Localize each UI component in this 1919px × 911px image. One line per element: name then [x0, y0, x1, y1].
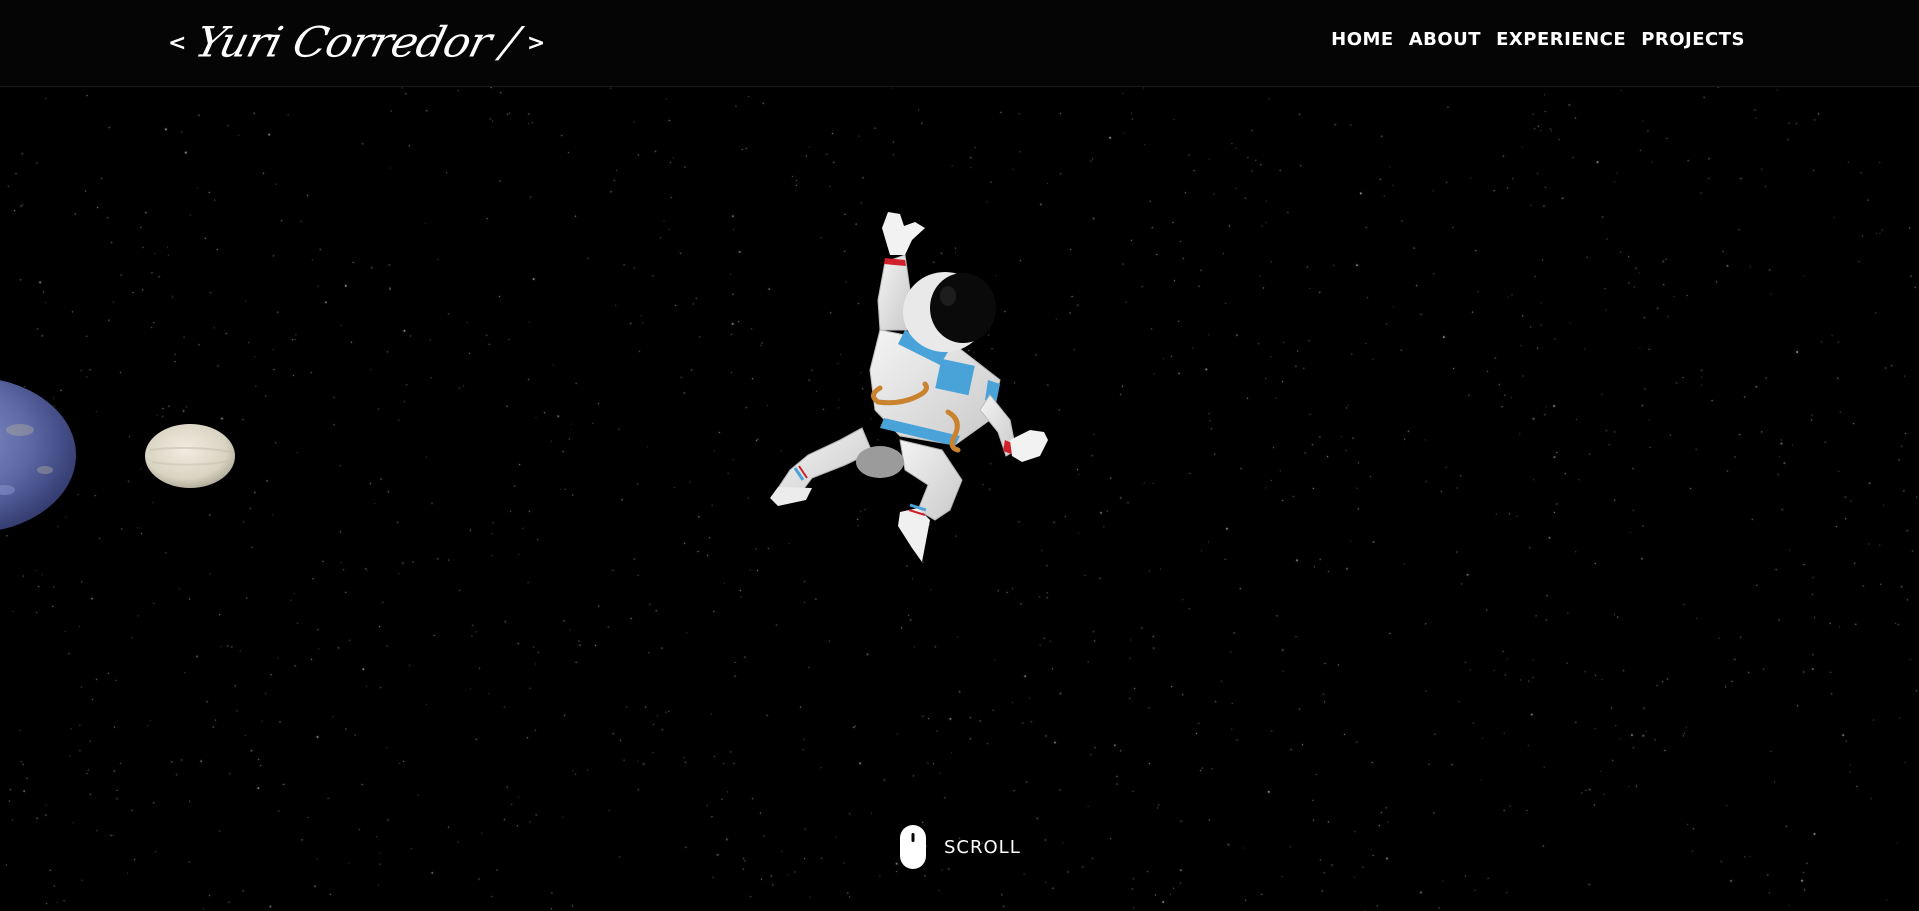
- space-scene: [0, 212, 1048, 562]
- logo-right-bracket: >: [526, 30, 546, 56]
- scroll-label: SCROLL: [944, 836, 1021, 858]
- moon: [145, 424, 235, 488]
- nav-home-link[interactable]: HOME: [1331, 29, 1394, 50]
- nav-projects-link[interactable]: PROJECTS: [1641, 29, 1745, 50]
- main-nav: HOME ABOUT EXPERIENCE PROJECTS: [1331, 29, 1745, 50]
- page: < Yuri Corredor / > HOME ABOUT EXPERIENC…: [0, 0, 1919, 911]
- logo-name: Yuri Corredor /: [190, 18, 524, 67]
- astronaut: [770, 212, 1048, 562]
- scroll-indicator[interactable]: SCROLL: [900, 825, 1021, 869]
- mouse-icon: [900, 825, 926, 869]
- logo-left-bracket: <: [168, 30, 187, 56]
- navbar: < Yuri Corredor / > HOME ABOUT EXPERIENC…: [0, 0, 1919, 87]
- nav-experience-link[interactable]: EXPERIENCE: [1496, 29, 1626, 50]
- site-logo[interactable]: < Yuri Corredor / >: [168, 12, 545, 74]
- nav-about-link[interactable]: ABOUT: [1409, 29, 1481, 50]
- planet: [0, 380, 76, 530]
